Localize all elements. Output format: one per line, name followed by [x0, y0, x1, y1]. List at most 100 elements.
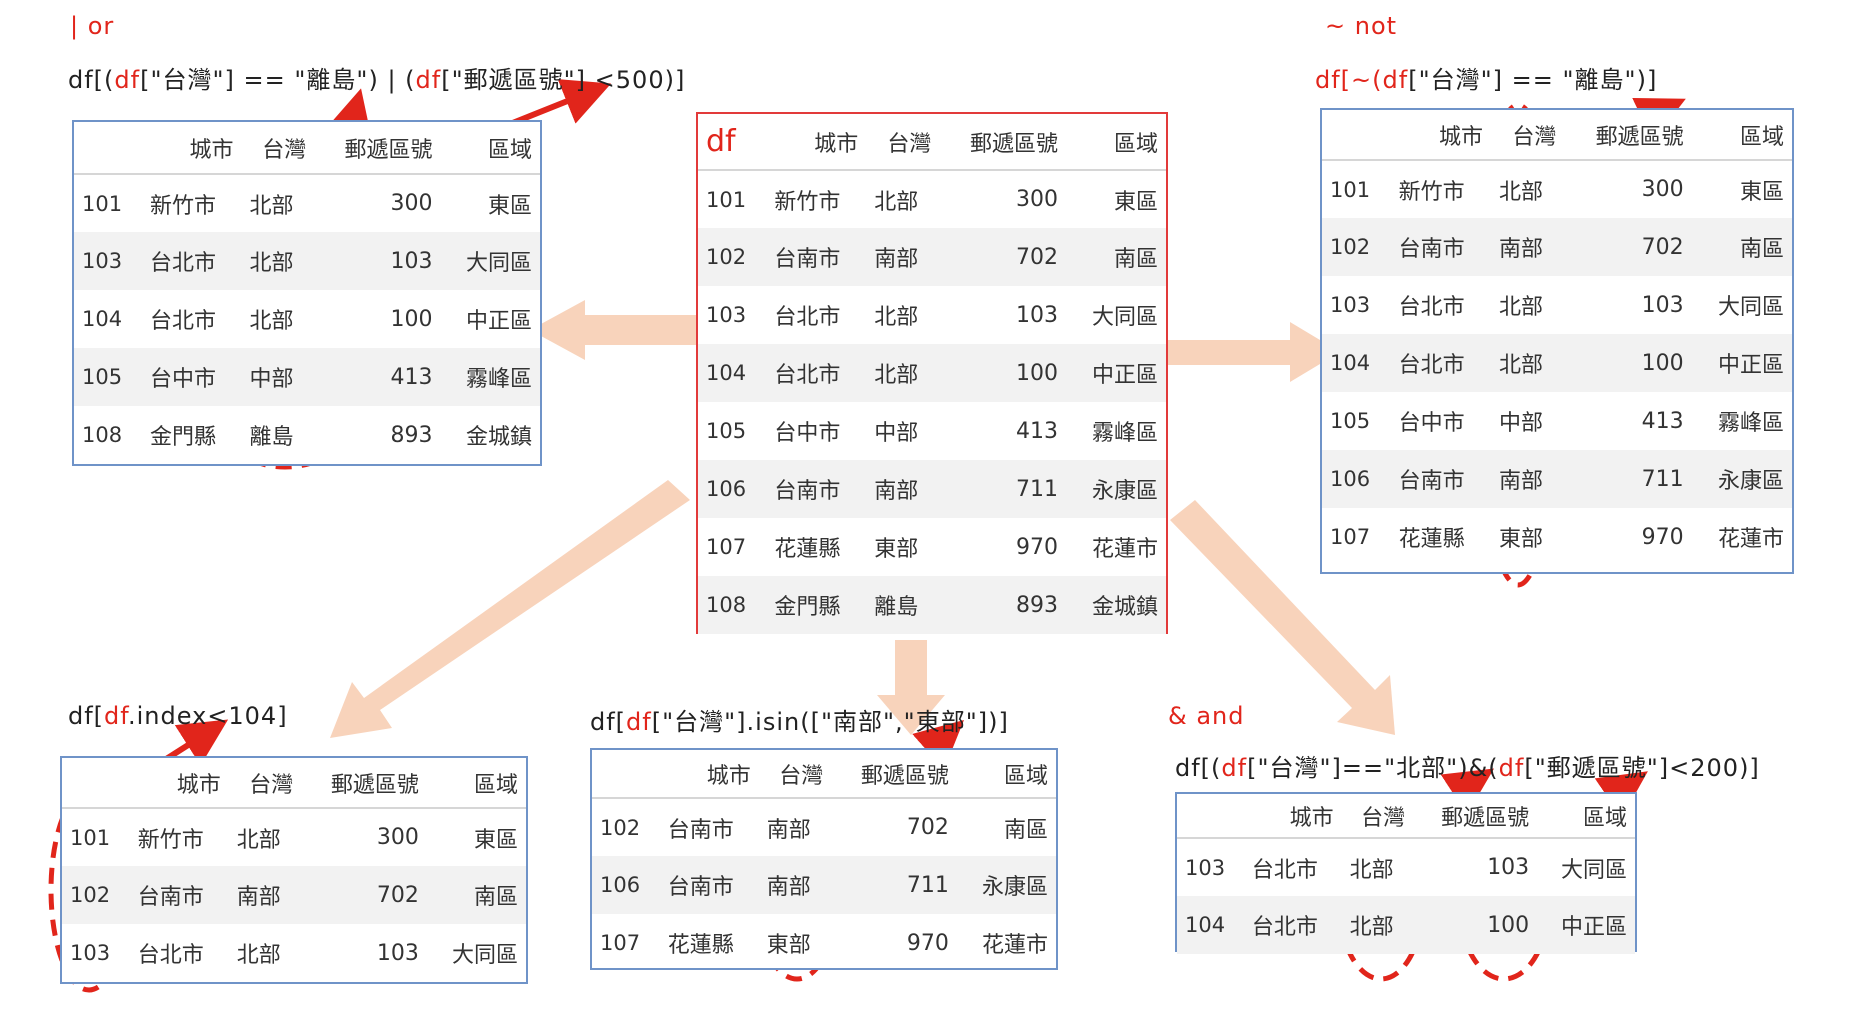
- column-header: 郵遞區號: [301, 758, 427, 809]
- and-title: & and: [1168, 702, 1245, 730]
- table-cell: 893: [390, 422, 433, 448]
- table-row: 102 台南市 南部 702 南區: [592, 798, 1056, 856]
- table-cell: 台北市: [1398, 295, 1465, 320]
- table-row: 107 花蓮縣 東部 970 花蓮市: [592, 914, 1056, 972]
- table-cell: 南部: [228, 866, 302, 924]
- column-header: 區域: [1537, 794, 1635, 839]
- table-cell: 北部: [866, 344, 940, 402]
- table-cell: 北部: [1349, 857, 1394, 883]
- table-row: 101 新竹市 北部 300 東區: [698, 170, 1166, 228]
- row-index: 102: [1322, 218, 1391, 276]
- table-cell: 100: [1413, 896, 1538, 954]
- not-code: df[~(df["台灣"] == "離島")]: [1315, 66, 1658, 94]
- index-header: [592, 750, 660, 799]
- row-index: 107: [706, 535, 747, 559]
- column-header: 區域: [440, 122, 540, 175]
- table-cell: 北部: [1498, 179, 1543, 205]
- dataframe-grid: 城市 台灣 郵遞區號 區域 103 台北市 北部 103 大同區 104 台北市 北部 100 中正區: [1177, 794, 1635, 954]
- table-cell: 離島: [249, 425, 294, 450]
- column-header: 區域: [426, 758, 526, 809]
- table-cell: 台北市: [1251, 857, 1318, 883]
- table-cell: 新竹市: [137, 827, 204, 853]
- index-header: [1322, 110, 1391, 161]
- table-cell: 南區: [1003, 817, 1048, 843]
- table-cell: 南區: [1066, 228, 1166, 286]
- table-cell: 970: [1016, 534, 1059, 560]
- table-cell: 711: [1564, 450, 1692, 508]
- table-row: 107 花蓮縣 東部 970 花蓮市: [698, 518, 1166, 576]
- flow-arrow-left: [530, 300, 700, 360]
- row-index: 101: [70, 825, 111, 850]
- table-row: 103 台北市 北部 103 大同區: [1177, 838, 1635, 896]
- header-row: 城市 台灣 郵遞區號 區域: [592, 750, 1056, 799]
- column-header: 城市: [142, 122, 242, 175]
- table-cell: 970: [906, 930, 949, 956]
- row-index: 101: [706, 187, 747, 212]
- table-cell: 103: [1487, 855, 1530, 880]
- index-code: df[df.index<104]: [68, 702, 288, 730]
- table-cell: 北部: [1341, 896, 1414, 954]
- table-cell: 中正區: [1537, 896, 1635, 954]
- table-cell: 970: [1641, 524, 1684, 550]
- table-cell: 北部: [874, 189, 919, 215]
- row-index: 106: [1322, 450, 1391, 508]
- table-cell: 南部: [1490, 450, 1565, 508]
- table-cell: 霧峰區: [1091, 421, 1158, 446]
- table-row: 105 台中市 中部 413 霧峰區: [1322, 392, 1792, 450]
- row-index: 107: [1330, 525, 1371, 549]
- and-result-table: 城市 台灣 郵遞區號 區域 103 台北市 北部 103 大同區 104 台北市 北部 100 中正區: [1175, 792, 1637, 954]
- table-cell: 南部: [866, 460, 940, 518]
- table-row: 103 台北市 北部 103 大同區: [74, 232, 540, 290]
- table-cell: 100: [939, 344, 1067, 402]
- row-index: 103: [706, 303, 747, 327]
- table-cell: 花蓮縣: [1398, 527, 1465, 552]
- column-header: 城市: [659, 750, 759, 799]
- table-row: 101 新竹市 北部 300 東區: [1322, 160, 1792, 218]
- column-header: 城市: [1390, 110, 1491, 161]
- row-index: 104: [82, 307, 123, 331]
- table-cell: 南部: [1490, 218, 1565, 276]
- table-cell: 711: [939, 460, 1067, 518]
- table-cell: 永康區: [956, 856, 1056, 914]
- column-header: 郵遞區號: [314, 122, 441, 175]
- index-header: [74, 122, 143, 175]
- index-header: [62, 758, 130, 809]
- not-title: ~ not: [1325, 12, 1398, 40]
- and-code: df[(df["台灣"]=="北部")&(df["郵遞區號"]<200)]: [1175, 754, 1760, 782]
- column-header: 區域: [956, 750, 1056, 799]
- table-cell: 北部: [1490, 334, 1565, 392]
- table-cell: 金門縣: [766, 576, 867, 634]
- table-cell: 花蓮市: [981, 933, 1048, 958]
- table-cell: 台南市: [667, 817, 734, 843]
- column-header: 區域: [1691, 110, 1792, 161]
- table-cell: 103: [1016, 302, 1059, 328]
- table-row: 101 新竹市 北部 300 東區: [62, 808, 526, 866]
- column-header: 台灣: [758, 750, 832, 799]
- table-cell: 南區: [1691, 218, 1792, 276]
- table-cell: 大同區: [1091, 305, 1158, 330]
- header-row: 城市 台灣 郵遞區號 區域: [62, 758, 526, 809]
- table-row: 104 台北市 北部 100 中正區: [74, 290, 540, 348]
- column-header: 台灣: [241, 122, 315, 175]
- isin-result-table: 城市 台灣 郵遞區號 區域 102 台南市 南部 702 南區 106 台南市 南部 711 永康區 107…: [590, 748, 1058, 970]
- table-cell: 北部: [1498, 295, 1543, 320]
- table-row: 101 新竹市 北部 300 東區: [74, 174, 540, 232]
- table-cell: 台北市: [150, 309, 217, 334]
- row-index: 104: [1322, 334, 1391, 392]
- dataframe-grid: df 城市 台灣 郵遞區號 區域 101 新竹市 北部 300 東區 102 台南市 南部 702 南區 10…: [698, 114, 1166, 634]
- isin-code: df[df["台灣"].isin(["南部","東部"])]: [590, 708, 1009, 736]
- table-row: 102 台南市 南部 702 南區: [698, 228, 1166, 286]
- table-cell: 台南市: [1390, 450, 1491, 508]
- dataframe-name: df: [698, 114, 767, 171]
- row-index: 101: [82, 191, 123, 216]
- column-header: 郵遞區號: [1564, 110, 1692, 161]
- row-index: 103: [70, 941, 111, 965]
- table-cell: 東區: [1739, 179, 1784, 205]
- index-header: [1177, 794, 1244, 839]
- table-cell: 702: [939, 228, 1067, 286]
- row-index: 103: [1330, 293, 1371, 317]
- table-cell: 金門縣: [150, 425, 217, 450]
- table-cell: 300: [376, 825, 419, 850]
- row-index: 108: [698, 576, 767, 634]
- table-cell: 中部: [874, 421, 919, 446]
